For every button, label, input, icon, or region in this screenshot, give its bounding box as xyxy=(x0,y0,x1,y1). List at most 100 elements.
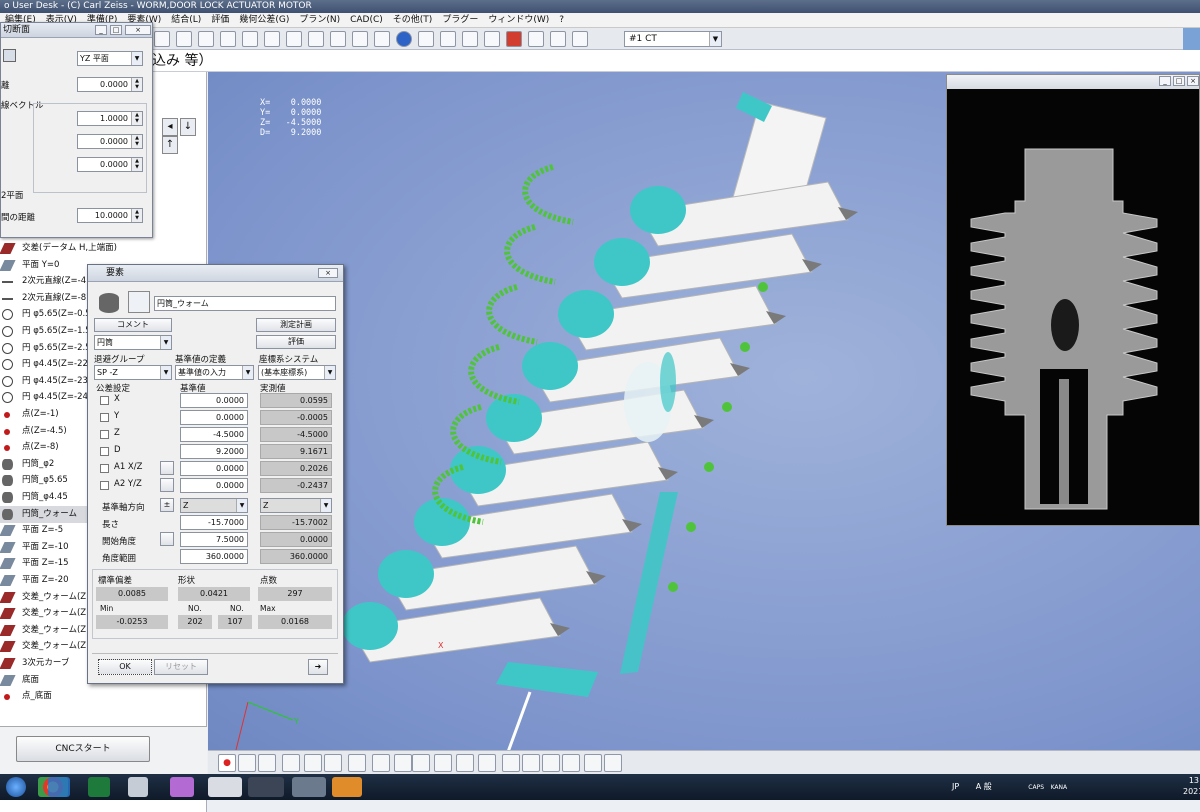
notepad-icon[interactable] xyxy=(128,777,148,797)
toolbar-button[interactable] xyxy=(528,31,544,47)
close-icon[interactable]: × xyxy=(1187,76,1199,86)
toolbar-button[interactable] xyxy=(154,31,170,47)
view-tool-button[interactable] xyxy=(324,754,342,772)
toolbar-button[interactable] xyxy=(220,31,236,47)
nav-up-button[interactable]: ↑ xyxy=(162,136,178,154)
toolbar-button[interactable] xyxy=(506,31,522,47)
start-angle-nominal-field[interactable]: 7.5000 xyxy=(180,532,248,547)
toolbar-button[interactable] xyxy=(440,31,456,47)
tree-item[interactable]: 交差(データム H,上端面) xyxy=(0,240,205,257)
spinner-icon[interactable]: ▲ ▼ xyxy=(131,78,142,91)
group-select[interactable]: SP -Z ▼ xyxy=(94,365,172,380)
snip-icon[interactable] xyxy=(170,777,194,797)
view-tool-button[interactable] xyxy=(348,754,366,772)
menu-item[interactable]: プラグー xyxy=(437,15,483,25)
type-select[interactable]: 円筒 ▼ xyxy=(94,335,172,350)
ct-slice-window[interactable]: _ □ × xyxy=(946,74,1200,526)
close-icon[interactable]: × xyxy=(318,268,338,278)
toolbar-button[interactable] xyxy=(484,31,500,47)
start-icon[interactable] xyxy=(6,777,26,797)
menu-item[interactable]: 幾何公差(G) xyxy=(234,15,294,25)
ct-source-select[interactable]: #1 CT ▼ xyxy=(624,31,722,47)
angle-tool-button[interactable] xyxy=(160,461,174,475)
toolbar-button[interactable] xyxy=(462,31,478,47)
axis-actual-select[interactable]: Z ▼ xyxy=(260,498,332,513)
toolbar-button[interactable] xyxy=(572,31,588,47)
menu-item[interactable]: ウィンドウ(W) xyxy=(483,15,554,25)
vector-x-field[interactable]: 1.0000 ▲ ▼ xyxy=(77,111,143,126)
tolerance-checkbox[interactable] xyxy=(100,447,109,456)
nav-down-button[interactable]: ↓ xyxy=(180,118,196,136)
view-tool-button[interactable] xyxy=(282,754,300,772)
tolerance-checkbox[interactable] xyxy=(100,413,109,422)
vector-y-field[interactable]: 0.0000 ▲ ▼ xyxy=(77,134,143,149)
paint-icon[interactable] xyxy=(48,777,70,797)
menu-item[interactable]: その他(T) xyxy=(388,15,438,25)
menu-item[interactable]: プラン(N) xyxy=(294,15,345,25)
length-nominal-field[interactable]: -15.7000 xyxy=(180,515,248,530)
toolbar-button[interactable] xyxy=(418,31,434,47)
toolbar-button[interactable] xyxy=(396,31,412,47)
next-button[interactable]: ➜ xyxy=(308,659,328,675)
toolbar-button[interactable] xyxy=(330,31,346,47)
nominal-field[interactable]: 0.0000 xyxy=(180,393,248,408)
angle-tool-button[interactable] xyxy=(160,478,174,492)
angle-range-nominal-field[interactable]: 360.0000 xyxy=(180,549,248,564)
clock[interactable]: 13 2021/ xyxy=(1183,775,1200,797)
plan-button[interactable]: 測定計画 xyxy=(256,318,336,332)
minimize-icon[interactable]: _ xyxy=(1159,76,1171,86)
viewer-icon[interactable] xyxy=(292,777,326,797)
view-tool-button[interactable] xyxy=(604,754,622,772)
toolbar-button[interactable] xyxy=(264,31,280,47)
view-tool-button[interactable] xyxy=(584,754,602,772)
tolerance-checkbox[interactable] xyxy=(100,430,109,439)
calypso-icon[interactable] xyxy=(208,777,242,797)
minimize-icon[interactable]: _ xyxy=(95,25,107,35)
cnc-start-button[interactable]: CNCスタート xyxy=(16,736,150,762)
close-icon[interactable]: × xyxy=(125,25,151,35)
view-tool-button[interactable] xyxy=(434,754,452,772)
view-tool-button[interactable] xyxy=(456,754,474,772)
toolbar-button[interactable] xyxy=(286,31,302,47)
nominal-field[interactable]: 0.0000 xyxy=(180,410,248,425)
view-tool-button[interactable] xyxy=(522,754,540,772)
maximize-icon[interactable]: □ xyxy=(1173,76,1185,86)
menu-item[interactable]: 評価 xyxy=(206,15,234,25)
element-icon-button[interactable] xyxy=(128,291,150,313)
angle-tool-button[interactable] xyxy=(160,532,174,546)
menu-item[interactable]: 結合(L) xyxy=(166,15,206,25)
view-tool-button[interactable]: ● xyxy=(218,754,236,772)
tolerance-checkbox[interactable] xyxy=(100,464,109,473)
menu-item[interactable]: ? xyxy=(554,15,569,25)
plus-minus-button[interactable]: ± xyxy=(160,498,174,512)
nominal-field[interactable]: -4.5000 xyxy=(180,427,248,442)
view-tool-button[interactable] xyxy=(238,754,256,772)
view-tool-button[interactable] xyxy=(394,754,412,772)
view-tool-button[interactable] xyxy=(562,754,580,772)
view-tool-button[interactable] xyxy=(304,754,322,772)
spinner-icon[interactable]: ▲ ▼ xyxy=(131,158,142,171)
toolbar-button[interactable] xyxy=(198,31,214,47)
toolbar-button[interactable] xyxy=(242,31,258,47)
nominal-field[interactable]: 0.0000 xyxy=(180,478,248,493)
reset-button[interactable]: リセット xyxy=(154,659,208,675)
axis-nominal-select[interactable]: Z ▼ xyxy=(180,498,248,513)
toolbar-button[interactable] xyxy=(550,31,566,47)
tree-item[interactable]: 点_底面 xyxy=(0,688,205,705)
distance-field[interactable]: 0.0000 ▲ ▼ xyxy=(77,77,143,92)
plane-select[interactable]: YZ 平面 ▼ xyxy=(77,51,143,66)
nominal-field[interactable]: 0.0000 xyxy=(180,461,248,476)
app-window-icon[interactable] xyxy=(248,777,284,797)
gap-field[interactable]: 10.0000 ▲ ▼ xyxy=(77,208,143,223)
view-tool-button[interactable] xyxy=(502,754,520,772)
media-icon[interactable] xyxy=(332,777,362,797)
evaluate-button[interactable]: 評価 xyxy=(256,335,336,349)
excel-icon[interactable] xyxy=(88,777,110,797)
spinner-icon[interactable]: ▲ ▼ xyxy=(131,209,142,222)
tolerance-checkbox[interactable] xyxy=(100,481,109,490)
coord-system-select[interactable]: (基本座標系) ▼ xyxy=(258,365,336,380)
maximize-icon[interactable]: □ xyxy=(110,25,122,35)
spinner-icon[interactable]: ▲ ▼ xyxy=(131,112,142,125)
toolbar-button[interactable] xyxy=(352,31,368,47)
element-name-field[interactable]: 円筒_ウォーム xyxy=(154,296,336,311)
